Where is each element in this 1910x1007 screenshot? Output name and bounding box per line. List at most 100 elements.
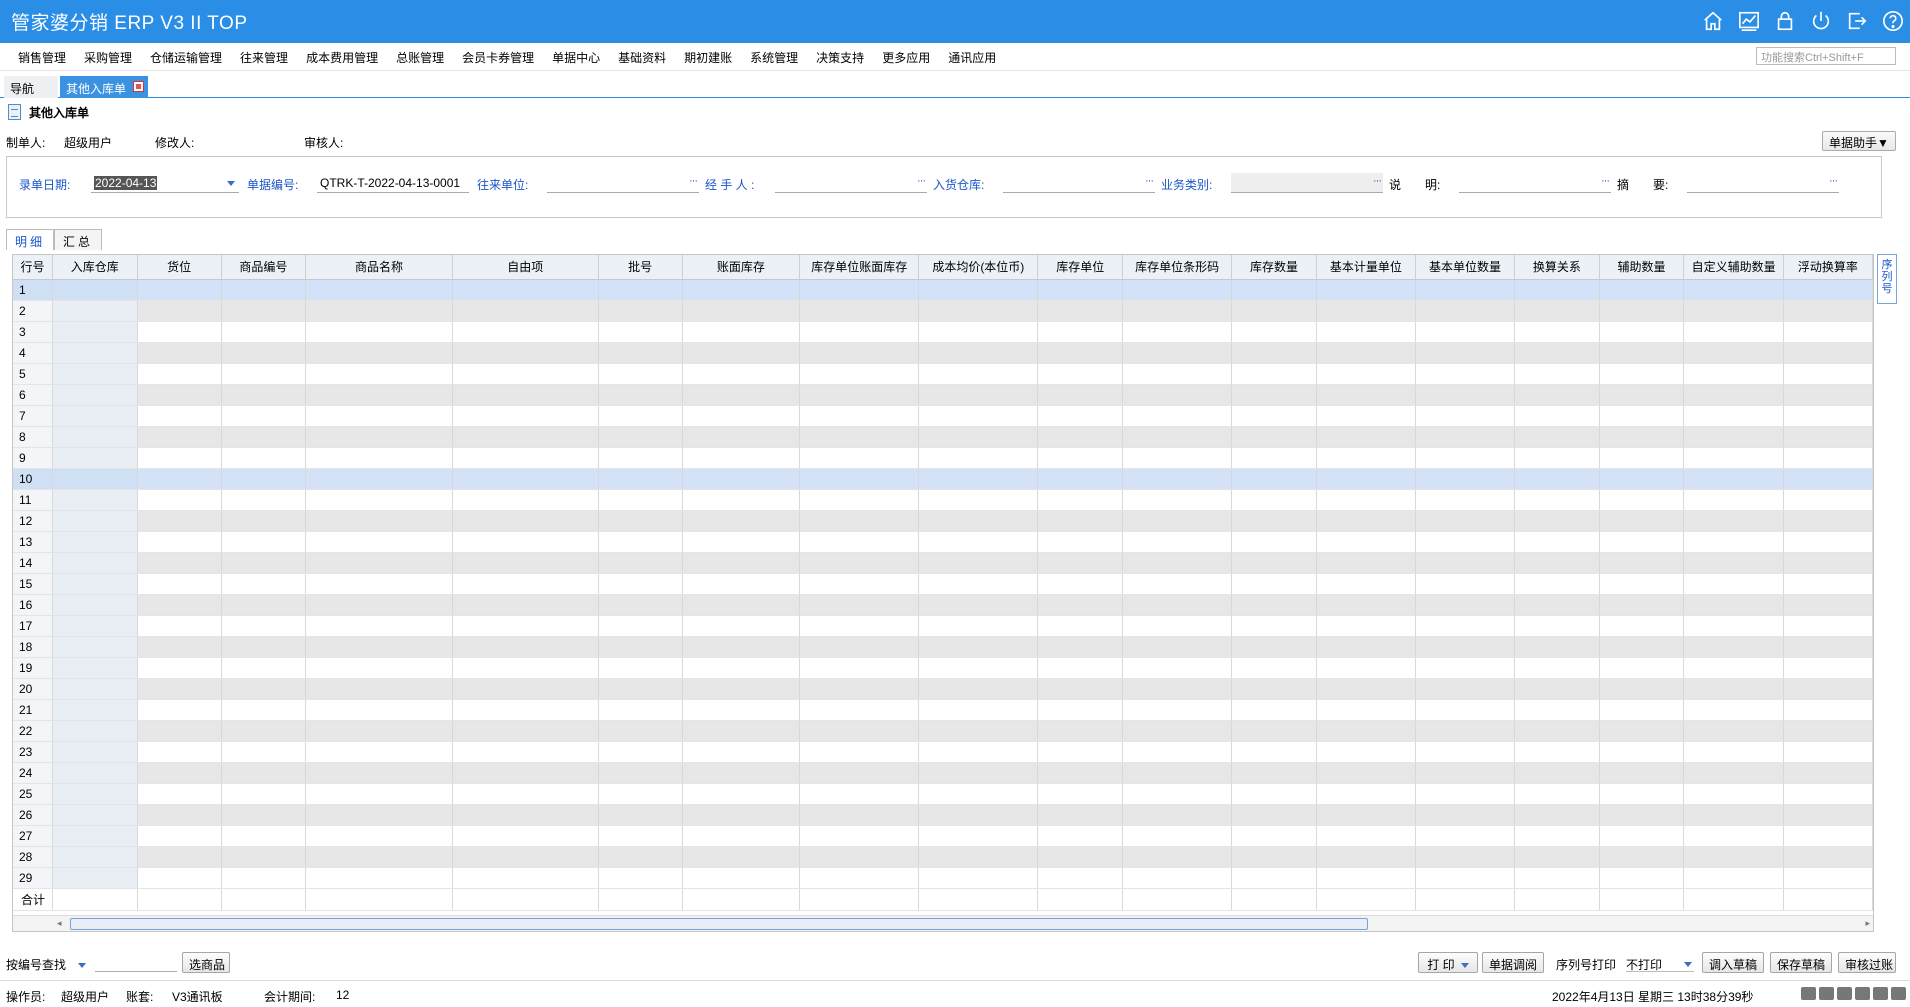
menu-member[interactable]: 会员卡券管理 xyxy=(453,49,543,66)
horizontal-scrollbar[interactable]: ◂ ▸ xyxy=(13,915,1873,931)
grid-cell[interactable] xyxy=(799,447,920,469)
grid-cell[interactable] xyxy=(221,594,307,616)
grid-cell[interactable] xyxy=(1037,552,1124,574)
grid-cell[interactable] xyxy=(1316,783,1416,805)
grid-cell[interactable] xyxy=(137,468,222,490)
grid-cell[interactable] xyxy=(305,342,453,364)
grid-cell[interactable] xyxy=(918,426,1039,448)
table-row[interactable]: 12 xyxy=(13,510,1873,532)
grid-cell[interactable] xyxy=(452,426,599,448)
grid-cell[interactable] xyxy=(682,867,801,889)
grid-cell[interactable] xyxy=(221,867,307,889)
grid-cell[interactable] xyxy=(598,657,683,679)
grid-cell[interactable] xyxy=(52,804,138,826)
column-header[interactable]: 浮动换算率 xyxy=(1783,255,1873,280)
grid-cell[interactable] xyxy=(918,531,1039,553)
grid-cell[interactable] xyxy=(1783,279,1873,301)
grid-cell[interactable] xyxy=(137,594,222,616)
grid-cell[interactable] xyxy=(1316,279,1416,301)
grid-cell[interactable] xyxy=(918,447,1039,469)
grid-cell[interactable] xyxy=(1122,363,1233,385)
grid-cell[interactable] xyxy=(221,363,307,385)
lookup-input[interactable] xyxy=(95,954,177,972)
grid-cell[interactable] xyxy=(1514,804,1600,826)
lock-icon[interactable] xyxy=(1774,10,1796,32)
grid-cell[interactable] xyxy=(1122,846,1233,868)
grid-cell[interactable] xyxy=(1415,699,1515,721)
grid-cell[interactable] xyxy=(221,405,307,427)
grid-cell[interactable] xyxy=(137,573,222,595)
menu-accounts[interactable]: 往来管理 xyxy=(231,49,297,66)
scroll-left-icon[interactable]: ◂ xyxy=(57,918,62,929)
column-header[interactable]: 库存单位 xyxy=(1037,255,1124,280)
tab-summary[interactable]: 汇总 xyxy=(54,229,103,250)
apps-icon[interactable] xyxy=(1873,987,1888,1000)
chart-icon[interactable] xyxy=(1738,10,1760,32)
grid-cell[interactable] xyxy=(452,846,599,868)
grid-cell[interactable] xyxy=(305,279,453,301)
audit-post-button[interactable]: 审核过账 xyxy=(1838,952,1896,973)
grid-cell[interactable] xyxy=(1122,615,1233,637)
grid-cell[interactable] xyxy=(918,552,1039,574)
grid-cell[interactable] xyxy=(1316,594,1416,616)
grid-cell[interactable] xyxy=(1122,699,1233,721)
grid-cell[interactable] xyxy=(598,804,683,826)
grid-cell[interactable] xyxy=(918,594,1039,616)
table-row[interactable]: 10 xyxy=(13,468,1873,490)
grid-cell[interactable] xyxy=(221,804,307,826)
grid-cell[interactable] xyxy=(1514,468,1600,490)
grid-cell[interactable] xyxy=(1415,867,1515,889)
grid-cell[interactable] xyxy=(52,678,138,700)
grid-cell[interactable] xyxy=(1783,720,1873,742)
grid-cell[interactable] xyxy=(799,846,920,868)
grid-cell[interactable] xyxy=(799,615,920,637)
grid-cell[interactable] xyxy=(682,342,801,364)
table-row[interactable]: 24 xyxy=(13,762,1873,784)
grid-cell[interactable] xyxy=(137,384,222,406)
grid-cell[interactable] xyxy=(1231,468,1317,490)
grid-cell[interactable] xyxy=(452,279,599,301)
grid-cell[interactable] xyxy=(1037,699,1124,721)
grid-cell[interactable] xyxy=(452,300,599,322)
grid-cell[interactable] xyxy=(799,783,920,805)
column-header[interactable]: 入库仓库 xyxy=(52,255,138,280)
grid-cell[interactable] xyxy=(221,489,307,511)
grid-cell[interactable] xyxy=(1514,615,1600,637)
grid-cell[interactable] xyxy=(1231,489,1317,511)
table-row[interactable]: 7 xyxy=(13,405,1873,427)
grid-cell[interactable] xyxy=(1783,804,1873,826)
table-row[interactable]: 1 xyxy=(13,279,1873,301)
grid-cell[interactable] xyxy=(452,468,599,490)
grid-cell[interactable] xyxy=(1599,594,1685,616)
grid-cell[interactable] xyxy=(1683,594,1784,616)
grid-cell[interactable] xyxy=(799,594,920,616)
grid-cell[interactable] xyxy=(305,594,453,616)
grid-cell[interactable] xyxy=(1037,321,1124,343)
grid-cell[interactable] xyxy=(1599,279,1685,301)
grid-cell[interactable] xyxy=(1683,489,1784,511)
grid-cell[interactable] xyxy=(1037,342,1124,364)
grid-cell[interactable] xyxy=(918,405,1039,427)
grid-cell[interactable] xyxy=(918,636,1039,658)
grid-cell[interactable] xyxy=(1514,867,1600,889)
grid-cell[interactable] xyxy=(799,804,920,826)
grid-cell[interactable] xyxy=(682,321,801,343)
note-input[interactable]: ··· xyxy=(1459,173,1611,193)
grid-cell[interactable] xyxy=(682,426,801,448)
menu-cost[interactable]: 成本费用管理 xyxy=(297,49,387,66)
grid-cell[interactable] xyxy=(1514,342,1600,364)
grid-cell[interactable] xyxy=(598,384,683,406)
grid-cell[interactable] xyxy=(452,678,599,700)
column-header[interactable]: 商品名称 xyxy=(305,255,453,280)
grid-cell[interactable] xyxy=(1037,468,1124,490)
grid-cell[interactable] xyxy=(1037,363,1124,385)
grid-cell[interactable] xyxy=(305,720,453,742)
grid-cell[interactable] xyxy=(1231,615,1317,637)
grid-cell[interactable] xyxy=(1231,279,1317,301)
grid-cell[interactable] xyxy=(1037,405,1124,427)
grid-cell[interactable] xyxy=(1122,426,1233,448)
ellipsis-icon[interactable]: ··· xyxy=(1829,175,1838,187)
grid-cell[interactable] xyxy=(1514,300,1600,322)
table-row[interactable]: 8 xyxy=(13,426,1873,448)
grid-cell[interactable] xyxy=(1122,657,1233,679)
